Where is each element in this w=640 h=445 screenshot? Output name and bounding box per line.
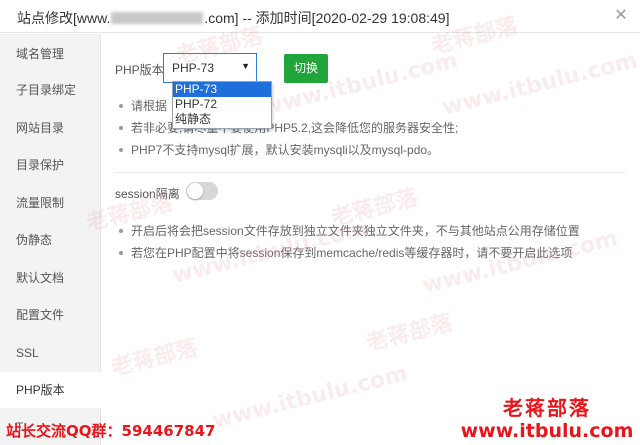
tip-item: 若您在PHP配置中将session保存到memcache/redis等缓存器时，…: [115, 242, 580, 264]
main-panel: PHP版本 PHP-73 ▼ 切换 请根据版本 若非必要,请尽量不要使用PHP5…: [101, 34, 640, 445]
session-tips-list: 开启后将会把session文件存放到独立文件夹独立文件夹，不与其他站点公用存储位…: [115, 220, 580, 264]
sidebar-item-php-version[interactable]: PHP版本: [0, 372, 102, 408]
tip-item: 请根据版本: [115, 95, 458, 117]
session-isolation-label: session隔离: [115, 187, 180, 201]
tip-item: PHP7不支持mysql扩展，默认安装mysqli以及mysql-pdo。: [115, 139, 458, 161]
dialog-title: 站点修改[www. .com] -- 添加时间[2020-02-29 19:08:…: [17, 8, 449, 28]
dropdown-option[interactable]: PHP-72: [173, 97, 271, 112]
sidebar-item-default-doc[interactable]: 默认文档: [0, 260, 101, 296]
divider: [115, 172, 625, 173]
footer-brand-url: www.itbulu.com: [460, 420, 634, 442]
footer-brand-cn: 老蒋部落: [503, 396, 591, 420]
sidebar-item-site-dir[interactable]: 网站目录: [0, 110, 101, 146]
sidebar-item-dir-protect[interactable]: 目录保护: [0, 147, 101, 183]
php-version-select[interactable]: PHP-73 ▼: [163, 53, 257, 83]
php-version-selected: PHP-73: [172, 61, 215, 75]
tip-item: 若非必要,请尽量不要使用PHP5.2,这会降低您的服务器安全性;: [115, 117, 458, 139]
sidebar-item-rewrite[interactable]: 伪静态: [0, 222, 101, 258]
sidebar-item-subdir[interactable]: 子目录绑定: [0, 72, 101, 108]
php-version-dropdown: PHP-73 PHP-72 纯静态: [172, 81, 272, 129]
php-tips-list: 请根据版本 若非必要,请尽量不要使用PHP5.2,这会降低您的服务器安全性; P…: [115, 95, 458, 161]
php-version-label: PHP版本: [115, 63, 164, 77]
dialog-titlebar: 站点修改[www. .com] -- 添加时间[2020-02-29 19:08:…: [0, 0, 640, 33]
caret-down-icon: ▼: [241, 61, 250, 71]
footer-brand-logo: 老蒋部落 www.itbulu.com: [458, 396, 636, 442]
close-icon[interactable]: ✕: [612, 7, 630, 25]
dialog-title-suffix: .com] -- 添加时间[2020-02-29 19:08:49]: [204, 10, 450, 26]
sidebar-item-domain[interactable]: 域名管理: [0, 36, 101, 72]
sidebar-item-ssl[interactable]: SSL: [0, 335, 101, 371]
sidebar: 域名管理 子目录绑定 网站目录 目录保护 流量限制 伪静态 默认文档 配置文件 …: [0, 34, 102, 445]
tip-item: 开启后将会把session文件存放到独立文件夹独立文件夹，不与其他站点公用存储位…: [115, 220, 580, 242]
dialog-title-prefix: 站点修改[www.: [17, 10, 111, 26]
redacted-domain: [111, 12, 204, 24]
switch-button[interactable]: 切换: [284, 54, 328, 83]
dropdown-option[interactable]: PHP-73: [173, 82, 271, 97]
sidebar-item-traffic[interactable]: 流量限制: [0, 185, 101, 221]
footer-qq-text: 站长交流QQ群：594467847: [6, 422, 216, 440]
sidebar-item-config[interactable]: 配置文件: [0, 297, 101, 333]
tip-text-head: 请根据: [131, 99, 168, 113]
dropdown-option[interactable]: 纯静态: [173, 112, 271, 127]
toggle-knob: [187, 183, 203, 199]
session-isolation-toggle[interactable]: [186, 182, 218, 200]
